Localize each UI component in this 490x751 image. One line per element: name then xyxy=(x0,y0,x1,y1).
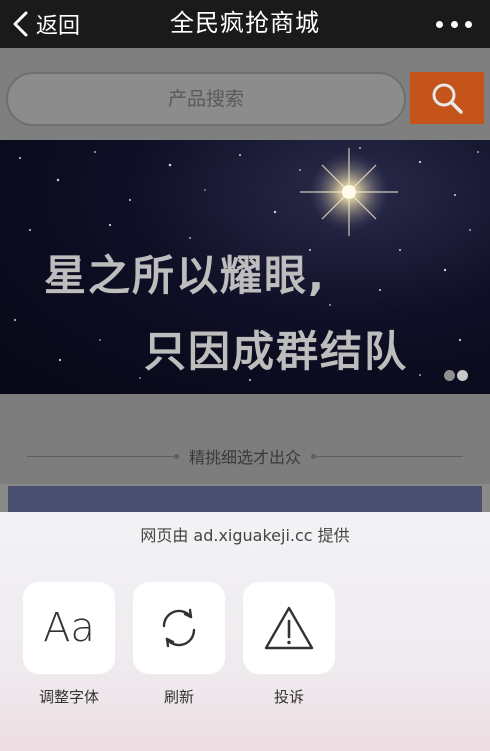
divider-line xyxy=(311,453,463,459)
refresh-button[interactable]: 刷新 xyxy=(133,582,225,707)
carousel-dot[interactable] xyxy=(444,370,455,381)
search-icon xyxy=(432,83,463,114)
more-button[interactable] xyxy=(436,14,472,34)
page-title: 全民疯抢商城 xyxy=(170,9,320,37)
section-header: 精挑细选才出众 xyxy=(0,438,490,474)
refresh-icon xyxy=(162,608,196,648)
refresh-tile[interactable] xyxy=(133,582,225,674)
carousel-dot-active[interactable] xyxy=(457,370,468,381)
font-size-label: 调整字体 xyxy=(38,688,99,706)
font-size-icon: Aa xyxy=(43,605,95,651)
search-button[interactable] xyxy=(410,72,484,124)
banner-headline: 星之所以耀眼, xyxy=(44,251,326,300)
font-size-button[interactable]: Aa 调整字体 xyxy=(23,582,115,707)
search-input[interactable]: 产品搜索 xyxy=(6,72,406,126)
divider-line xyxy=(26,453,179,459)
banner-subheadline: 只因成群结队 xyxy=(144,327,409,376)
more-icon xyxy=(436,20,443,28)
font-size-tile[interactable]: Aa xyxy=(23,582,115,674)
nav-bar: 返回 全民疯抢商城 xyxy=(0,0,490,48)
search-bar: 产品搜索 xyxy=(0,48,490,140)
provider-notice: 网页由 ad.xiguakeji.cc 提供 xyxy=(140,526,350,545)
report-label: 投诉 xyxy=(273,688,304,706)
action-sheet: 网页由 ad.xiguakeji.cc 提供 Aa 调整字体 刷新 投诉 xyxy=(0,512,490,751)
featured-section: 精挑细选才出众 xyxy=(0,394,490,484)
banner[interactable]: 星之所以耀眼, 只因成群结队 xyxy=(0,140,490,394)
report-tile[interactable] xyxy=(243,582,335,674)
report-button[interactable]: 投诉 xyxy=(243,582,335,707)
carousel-indicator xyxy=(444,370,468,381)
warning-icon xyxy=(264,606,314,650)
refresh-label: 刷新 xyxy=(163,688,194,706)
section-title: 精挑细选才出众 xyxy=(188,448,301,467)
